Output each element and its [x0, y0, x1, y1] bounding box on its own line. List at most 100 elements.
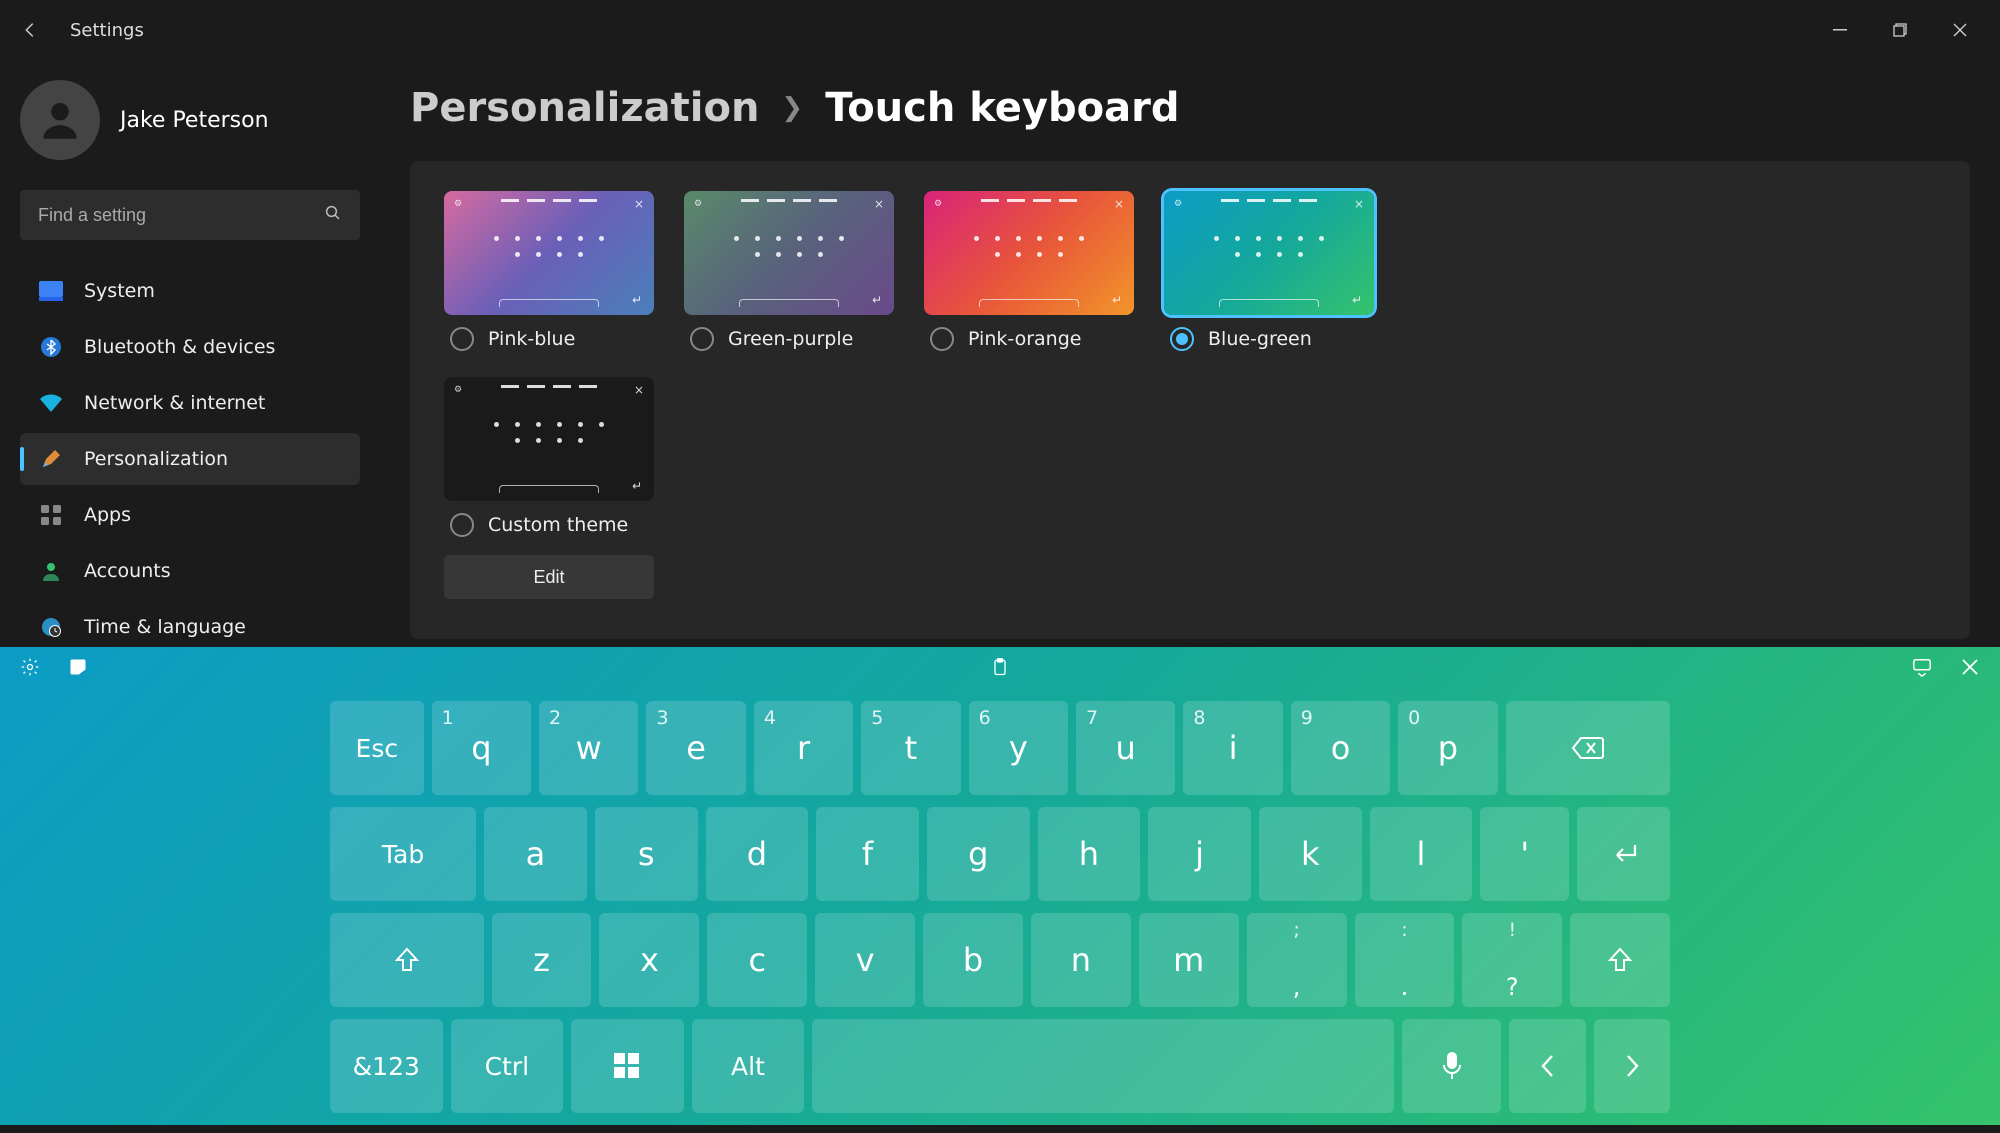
key-c[interactable]: c [707, 913, 807, 1007]
key-l[interactable]: l [1370, 807, 1473, 901]
key-period[interactable]: :. [1355, 913, 1455, 1007]
close-icon: × [1354, 197, 1364, 211]
theme-radio-bluegreen[interactable]: Blue-green [1164, 327, 1374, 351]
theme-thumb-greenpurple[interactable]: ⚙ × ↵ [684, 191, 894, 315]
theme-radio-greenpurple[interactable]: Green-purple [684, 327, 894, 351]
breadcrumb-current: Touch keyboard [825, 85, 1179, 131]
key-w[interactable]: 2w [539, 701, 638, 795]
wifi-icon [38, 390, 64, 416]
person-icon [38, 558, 64, 584]
keyboard-sticker-icon[interactable] [66, 655, 90, 679]
key-enter[interactable] [1577, 807, 1670, 901]
key-a[interactable]: a [484, 807, 587, 901]
minimize-button[interactable] [1810, 10, 1870, 50]
key-comma[interactable]: ;, [1247, 913, 1347, 1007]
key-n[interactable]: n [1031, 913, 1131, 1007]
close-icon: × [1114, 197, 1124, 211]
close-button[interactable] [1930, 10, 1990, 50]
sidebar-item-accounts[interactable]: Accounts [20, 545, 360, 597]
sidebar-item-apps[interactable]: Apps [20, 489, 360, 541]
theme-thumb-bluegreen[interactable]: ⚙ × ↵ [1164, 191, 1374, 315]
key-q[interactable]: 1q [432, 701, 531, 795]
close-icon: × [874, 197, 884, 211]
theme-thumb-pinkorange[interactable]: ⚙ × ↵ [924, 191, 1134, 315]
key-t[interactable]: 5t [861, 701, 960, 795]
key-esc[interactable]: Esc [330, 701, 424, 795]
theme-radio-custom[interactable]: Custom theme [444, 513, 654, 537]
key-tab[interactable]: Tab [330, 807, 476, 901]
key-s[interactable]: s [595, 807, 698, 901]
keyboard-dock-icon[interactable] [1910, 655, 1934, 679]
search-icon [324, 204, 342, 226]
theme-radio-pinkorange[interactable]: Pink-orange [924, 327, 1134, 351]
keyboard-close-icon[interactable] [1958, 655, 1982, 679]
profile-name: Jake Peterson [120, 108, 269, 133]
key-o[interactable]: 9o [1291, 701, 1390, 795]
key-ctrl[interactable]: Ctrl [451, 1019, 564, 1113]
enter-icon: ↵ [1112, 293, 1122, 307]
key-v[interactable]: v [815, 913, 915, 1007]
key-g[interactable]: g [927, 807, 1030, 901]
theme-thumb-custom[interactable]: ⚙ × ↵ [444, 377, 654, 501]
key-b[interactable]: b [923, 913, 1023, 1007]
breadcrumb-parent[interactable]: Personalization [410, 85, 759, 131]
clock-globe-icon [38, 614, 64, 640]
key-y[interactable]: 6y [969, 701, 1068, 795]
key-x[interactable]: x [599, 913, 699, 1007]
app-title: Settings [70, 20, 144, 41]
enter-icon: ↵ [632, 479, 642, 493]
sidebar-item-network[interactable]: Network & internet [20, 377, 360, 429]
keyboard-settings-icon[interactable] [18, 655, 42, 679]
key-f[interactable]: f [816, 807, 919, 901]
user-profile[interactable]: Jake Peterson [20, 80, 360, 160]
breadcrumb: Personalization ❯ Touch keyboard [410, 85, 1970, 131]
sidebar-item-system[interactable]: System [20, 265, 360, 317]
themes-panel: ⚙ × ↵ Pink-blue ⚙ [410, 161, 1970, 639]
chevron-right-icon: ❯ [781, 93, 803, 123]
theme-thumb-pinkblue[interactable]: ⚙ × ↵ [444, 191, 654, 315]
bluetooth-icon [38, 334, 64, 360]
key-apostrophe[interactable]: ' [1480, 807, 1569, 901]
key-numsym[interactable]: &123 [330, 1019, 443, 1113]
key-right-arrow[interactable] [1594, 1019, 1670, 1113]
theme-radio-pinkblue[interactable]: Pink-blue [444, 327, 654, 351]
sidebar-item-bluetooth[interactable]: Bluetooth & devices [20, 321, 360, 373]
key-i[interactable]: 8i [1183, 701, 1282, 795]
enter-icon: ↵ [872, 293, 882, 307]
key-k[interactable]: k [1259, 807, 1362, 901]
close-icon: × [634, 197, 644, 211]
key-r[interactable]: 4r [754, 701, 853, 795]
key-mic[interactable] [1402, 1019, 1501, 1113]
apps-icon [38, 502, 64, 528]
sidebar-item-time[interactable]: Time & language [20, 601, 360, 653]
key-j[interactable]: j [1148, 807, 1251, 901]
key-shift-right[interactable] [1570, 913, 1670, 1007]
key-left-arrow[interactable] [1509, 1019, 1585, 1113]
keyboard-clipboard-icon[interactable] [988, 655, 1012, 679]
key-u[interactable]: 7u [1076, 701, 1175, 795]
key-backspace[interactable] [1506, 701, 1670, 795]
edit-theme-button[interactable]: Edit [444, 555, 654, 599]
key-shift-left[interactable] [330, 913, 484, 1007]
key-m[interactable]: m [1139, 913, 1239, 1007]
paintbrush-icon [38, 446, 64, 472]
key-space[interactable] [812, 1019, 1394, 1113]
avatar [20, 80, 100, 160]
key-z[interactable]: z [492, 913, 592, 1007]
close-icon: × [634, 383, 644, 397]
key-d[interactable]: d [706, 807, 809, 901]
maximize-button[interactable] [1870, 10, 1930, 50]
enter-icon: ↵ [1352, 293, 1362, 307]
search-box[interactable] [20, 190, 360, 240]
touch-keyboard: Esc 1q 2w 3e 4r 5t 6y 7u 8i 9o 0p Tab a … [0, 647, 2000, 1125]
key-alt[interactable]: Alt [692, 1019, 805, 1113]
key-question[interactable]: !? [1462, 913, 1562, 1007]
key-windows[interactable] [571, 1019, 684, 1113]
sidebar-item-personalization[interactable]: Personalization [20, 433, 360, 485]
key-p[interactable]: 0p [1398, 701, 1497, 795]
enter-icon: ↵ [632, 293, 642, 307]
back-button[interactable] [10, 10, 50, 50]
search-input[interactable] [38, 205, 324, 226]
key-h[interactable]: h [1038, 807, 1141, 901]
key-e[interactable]: 3e [646, 701, 745, 795]
